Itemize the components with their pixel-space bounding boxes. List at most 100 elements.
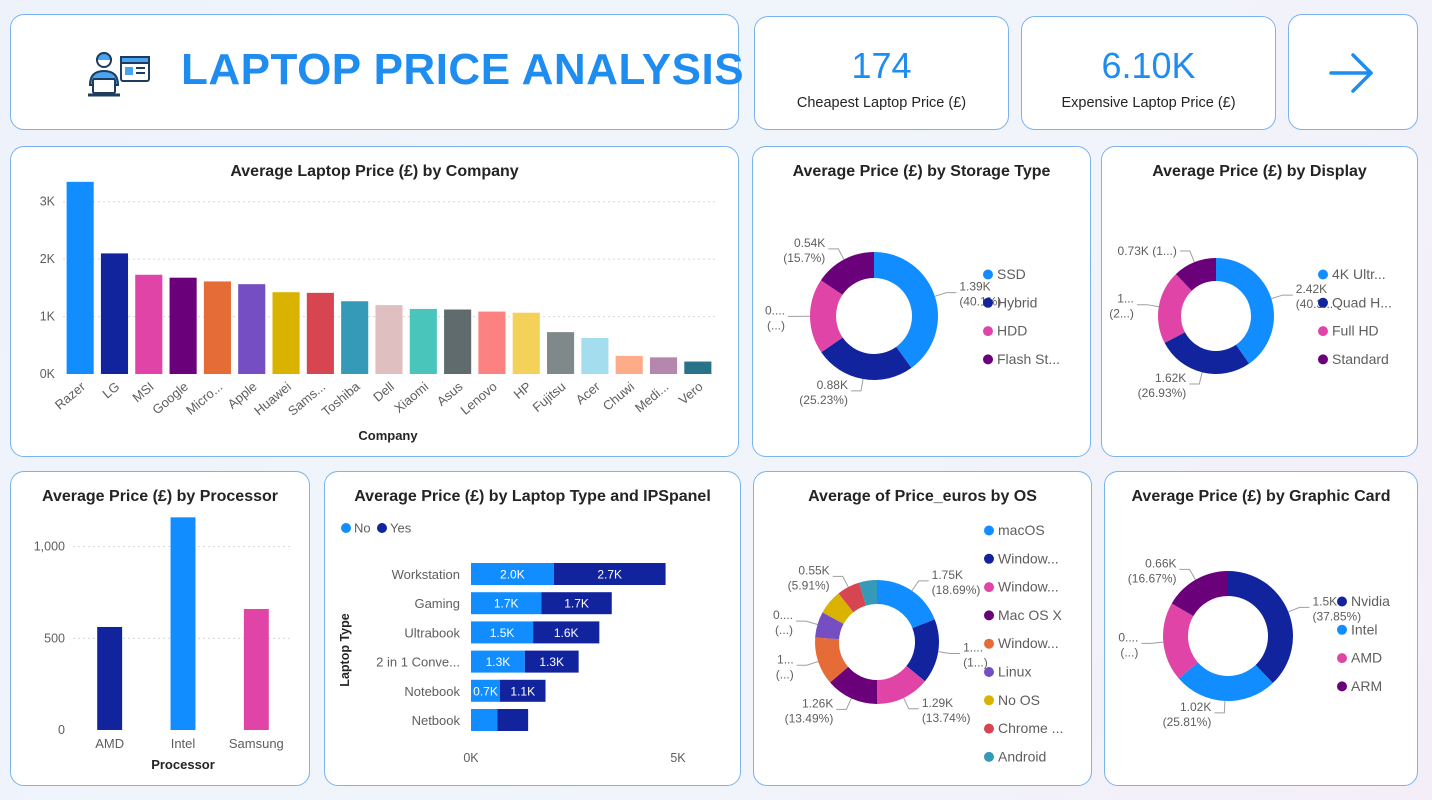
processor-bar-chart: 0 500 1,000 AMD Intel Samsung Processor — [34, 517, 293, 772]
bar[interactable] — [615, 355, 643, 374]
bar[interactable] — [409, 308, 437, 374]
display-chart-card: Average Price (£) by Display 2.42K (40.3.… — [1101, 146, 1418, 457]
x-tick-label: Micro... — [183, 379, 225, 418]
page-title: LAPTOP PRICE ANALYSIS — [181, 45, 745, 94]
donut-slice[interactable] — [1216, 258, 1274, 364]
legend-label[interactable]: Mac OS X — [998, 607, 1062, 623]
legend-marker — [1318, 297, 1328, 308]
slice-percent-label: (18.69%) — [932, 583, 981, 597]
kpi-cheapest-card: 174 Cheapest Laptop Price (£) — [754, 16, 1009, 130]
arrow-right-icon[interactable] — [1327, 49, 1377, 99]
leader-line — [911, 580, 929, 592]
bar[interactable] — [100, 253, 129, 374]
legend-label[interactable]: Intel — [1351, 621, 1377, 637]
leader-line — [1271, 294, 1293, 300]
x-tick-label: Google — [149, 379, 191, 417]
leader-line — [1214, 700, 1226, 714]
bar-segment[interactable] — [471, 709, 498, 731]
bar[interactable] — [547, 332, 575, 374]
bar[interactable] — [243, 609, 269, 730]
legend-label[interactable]: Hybrid — [997, 294, 1037, 310]
y-tick-label: 3K — [40, 195, 56, 209]
legend-label[interactable]: Android — [998, 748, 1046, 764]
slice-percent-label: (15.7%) — [783, 251, 825, 265]
legend-label[interactable]: ARM — [1351, 678, 1382, 694]
y-tick-label: 0 — [58, 723, 65, 737]
kpi-cheapest-value: 174 — [851, 45, 912, 86]
laptop-type-chart-card: Average Price (£) by Laptop Type and IPS… — [324, 471, 741, 786]
legend-marker — [984, 638, 994, 649]
legend-label[interactable]: macOS — [998, 522, 1045, 538]
bar[interactable] — [135, 274, 163, 374]
graphic-chart-card: Average Price (£) by Graphic Card 1.5K (3… — [1104, 471, 1418, 786]
legend-label[interactable]: No OS — [998, 692, 1040, 708]
bar[interactable] — [238, 284, 266, 374]
bar[interactable] — [444, 309, 472, 374]
slice-percent-label: (...) — [767, 318, 785, 332]
legend-label[interactable]: Chrome ... — [998, 720, 1063, 736]
leader-line — [1179, 568, 1196, 580]
y-tick-label: Workstation — [392, 567, 460, 582]
slice-value-label: 1.... — [963, 640, 983, 654]
bar[interactable] — [684, 361, 712, 374]
legend-label[interactable]: Window... — [998, 550, 1059, 566]
legend-label[interactable]: AMD — [1351, 650, 1382, 666]
donut-slice[interactable] — [877, 580, 935, 629]
bar[interactable] — [97, 626, 123, 730]
bar[interactable] — [649, 357, 678, 374]
legend-marker — [983, 326, 993, 337]
legend-marker — [1318, 326, 1328, 337]
legend-label[interactable]: 4K Ultr... — [1332, 266, 1386, 282]
donut-slice[interactable] — [1228, 571, 1293, 684]
bar[interactable] — [170, 517, 196, 730]
legend-marker — [984, 751, 994, 762]
leader-line — [1141, 641, 1164, 644]
x-tick-label: Toshiba — [319, 378, 364, 419]
slice-value-label: 1.62K — [1155, 371, 1186, 385]
bar[interactable] — [169, 277, 197, 374]
slice-percent-label: (26.93%) — [1138, 386, 1187, 400]
legend-label[interactable]: Window... — [998, 635, 1059, 651]
company-chart-card: Average Laptop Price (£) by Company 0K 1K… — [10, 146, 739, 457]
legend-marker — [984, 695, 994, 706]
bar[interactable] — [66, 181, 94, 374]
legend-label[interactable]: SSD — [997, 266, 1026, 282]
slice-percent-label: (...) — [776, 667, 794, 681]
legend-label[interactable]: Standard — [1332, 351, 1389, 367]
donut-slice[interactable] — [1164, 332, 1250, 374]
kpi-expensive-card: 6.10K Expensive Laptop Price (£) — [1021, 16, 1276, 130]
y-tick-label: 0K — [40, 367, 56, 381]
legend-marker — [377, 523, 387, 533]
legend-label[interactable]: No — [354, 521, 371, 536]
legend-label[interactable]: Linux — [998, 664, 1031, 680]
display-donut-chart: 2.42K(40.3...1.62K(26.93%)1...(2...)0.73… — [1109, 244, 1392, 400]
legend-label[interactable]: Yes — [390, 521, 412, 536]
bar[interactable] — [306, 292, 334, 374]
bar[interactable] — [341, 301, 369, 374]
legend-label[interactable]: Flash St... — [997, 351, 1060, 367]
nav-next-button[interactable] — [1288, 14, 1418, 130]
bar[interactable] — [581, 337, 609, 374]
legend-label[interactable]: Window... — [998, 579, 1059, 595]
donut-slice[interactable] — [874, 252, 938, 368]
bar[interactable] — [203, 281, 231, 374]
legend-marker — [1337, 596, 1347, 607]
y-tick-label: 500 — [44, 631, 65, 645]
slice-value-label: 0.66K — [1145, 556, 1176, 570]
bar[interactable] — [272, 292, 300, 374]
bar[interactable] — [375, 305, 403, 374]
data-label: 2.7K — [597, 568, 622, 582]
legend-label[interactable]: Quad H... — [1332, 294, 1392, 310]
bar-segment[interactable] — [497, 709, 529, 731]
y-tick-label: 1,000 — [34, 540, 65, 554]
x-tick-label: Dell — [370, 379, 397, 405]
donut-slice[interactable] — [821, 337, 912, 380]
x-tick-label: Samsung — [229, 736, 284, 751]
bar[interactable] — [478, 311, 506, 374]
legend-label[interactable]: HDD — [997, 323, 1027, 339]
legend-label[interactable]: Nvidia — [1351, 593, 1390, 609]
y-tick-label: 1K — [40, 310, 56, 324]
bar[interactable] — [512, 312, 540, 374]
legend-label[interactable]: Full HD — [1332, 323, 1379, 339]
slice-percent-label: (16.67%) — [1128, 571, 1177, 585]
